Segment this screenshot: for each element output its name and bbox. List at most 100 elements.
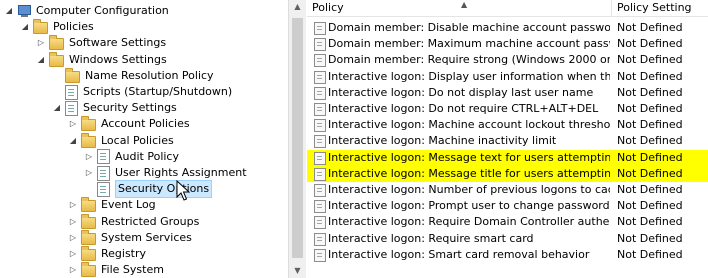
policy-setting-value: Not Defined: [617, 199, 683, 213]
policy-setting-column-header[interactable]: Policy Setting: [612, 0, 707, 16]
tree-item-label: Account Policies: [101, 117, 190, 131]
collapse-arrow-icon[interactable]: ◢: [36, 52, 46, 68]
policy-icon: [97, 165, 110, 181]
tree-item-name-resolution-policy[interactable]: Name Resolution Policy: [52, 67, 214, 84]
policy-setting-value: Not Defined: [617, 37, 683, 51]
tree-item-label: Computer Configuration: [36, 4, 169, 17]
policy-setting-value: Not Defined: [617, 166, 683, 180]
expand-arrow-icon[interactable]: ▷: [84, 149, 94, 165]
tree-item-event-log[interactable]: ▷ Event Log: [68, 197, 156, 213]
policy-setting-value: Not Defined: [617, 150, 683, 164]
policy-column-label: Policy: [312, 1, 344, 14]
expand-arrow-icon[interactable]: ▷: [84, 165, 94, 181]
expand-arrow-icon[interactable]: ▷: [68, 262, 78, 278]
tree-item-local-policies[interactable]: ◢ Local Policies: [68, 132, 174, 149]
scroll-up-arrow-icon[interactable]: ▲: [293, 2, 302, 11]
policy-name: Interactive logon: Number of previous lo…: [328, 183, 610, 196]
policy-icon: [314, 103, 326, 116]
table-row[interactable]: Interactive logon: Do not display last u…: [307, 85, 708, 101]
tree-item-label: Software Settings: [69, 36, 167, 50]
tree-item-policies[interactable]: ◢ Policies: [20, 19, 94, 35]
computer-icon: [17, 5, 31, 17]
tree-item-label: Registry: [101, 247, 147, 260]
policy-setting-value: Not Defined: [617, 247, 683, 261]
expand-arrow-icon[interactable]: ▷: [68, 197, 78, 213]
table-row[interactable]: Interactive logon: Machine account locko…: [307, 117, 708, 133]
expand-arrow-icon[interactable]: ▷: [36, 35, 46, 51]
folder-icon: [81, 262, 96, 278]
no-expander: [52, 84, 62, 100]
policy-icon: [314, 216, 326, 230]
policy-icon: [97, 181, 110, 197]
policy-setting-value: Not Defined: [617, 102, 683, 115]
policy-setting-value: Not Defined: [617, 118, 683, 132]
folder-icon: [49, 35, 64, 51]
tree-item-security-options[interactable]: Security Options: [84, 180, 213, 199]
tree-item-file-system[interactable]: ▷ File System: [68, 262, 164, 278]
table-row[interactable]: Interactive logon: Require smart card Not…: [307, 231, 708, 247]
expand-arrow-icon[interactable]: ▷: [68, 230, 78, 246]
tree-item-account-policies[interactable]: ▷ Account Policies: [68, 116, 190, 132]
policy-setting-value: Not Defined: [617, 183, 683, 196]
table-row[interactable]: Interactive logon: Do not require CTRL+A…: [307, 101, 708, 117]
scroll-thumb[interactable]: [292, 18, 303, 258]
policy-name: Interactive logon: Machine account locko…: [328, 118, 610, 132]
folder-icon: [33, 19, 48, 35]
tree-item-software-settings[interactable]: ▷ Software Settings: [36, 35, 166, 51]
expand-arrow-icon[interactable]: ▷: [68, 116, 78, 132]
tree-item-restricted-groups[interactable]: ▷ Restricted Groups: [68, 213, 199, 230]
policy-setting-value: Not Defined: [617, 21, 683, 34]
policy-name: Interactive logon: Do not display last u…: [328, 85, 594, 99]
table-row[interactable]: Interactive logon: Message title for use…: [307, 165, 708, 182]
tree-item-registry[interactable]: ▷ Registry: [68, 246, 146, 262]
policy-column-header[interactable]: Policy ▲: [307, 0, 612, 16]
no-expander: [84, 181, 94, 197]
tree-item-label: Security Settings: [83, 101, 177, 115]
tree-item-computer-configuration[interactable]: ◢ Computer Configuration: [4, 3, 169, 19]
expand-arrow-icon[interactable]: ▷: [68, 246, 78, 262]
tree-item-label: System Services: [101, 230, 192, 244]
table-row[interactable]: Interactive logon: Require Domain Contro…: [307, 214, 708, 230]
tree-item-user-rights-assignment[interactable]: ▷ User Rights Assignment: [84, 165, 247, 181]
policy-name: Domain member: Disable machine account p…: [328, 21, 610, 34]
table-row[interactable]: Interactive logon: Machine inactivity li…: [307, 133, 708, 149]
policy-icon: [314, 22, 326, 35]
collapse-arrow-icon[interactable]: ◢: [20, 19, 30, 35]
table-row[interactable]: Domain member: Maximum machine account p…: [307, 36, 708, 52]
table-row[interactable]: Interactive logon: Smart card removal be…: [307, 247, 708, 263]
tree-item-audit-policy[interactable]: ▷ Audit Policy: [84, 149, 179, 165]
table-row[interactable]: Interactive logon: Message text for user…: [307, 149, 708, 166]
scroll-down-arrow-icon[interactable]: ▼: [293, 266, 302, 275]
table-row[interactable]: Interactive logon: Display user informat…: [307, 69, 708, 85]
tree-item-windows-settings[interactable]: ◢ Windows Settings: [36, 51, 167, 68]
tree-scrollbar[interactable]: ▲ ▼: [288, 0, 306, 278]
collapse-arrow-icon[interactable]: ◢: [68, 133, 78, 149]
script-icon: [65, 84, 78, 100]
list-header: Policy ▲ Policy Setting: [307, 0, 708, 17]
tree-item-security-settings[interactable]: ◢ Security Settings: [52, 100, 177, 116]
tree-item-label: Local Policies: [101, 133, 174, 147]
folder-icon: [81, 197, 96, 213]
collapse-arrow-icon[interactable]: ◢: [4, 3, 14, 19]
tree-item-scripts-startup-shutdown[interactable]: Scripts (Startup/Shutdown): [52, 84, 232, 100]
table-row[interactable]: Interactive logon: Prompt user to change…: [307, 198, 708, 214]
policy-name: Interactive logon: Message title for use…: [328, 166, 610, 180]
security-icon: [65, 100, 78, 116]
tree-item-label: Scripts (Startup/Shutdown): [83, 85, 233, 98]
policy-setting-column-label: Policy Setting: [617, 1, 692, 14]
table-row[interactable]: Interactive logon: Number of previous lo…: [307, 182, 708, 198]
expand-arrow-icon[interactable]: ▷: [68, 214, 78, 230]
policy-icon: [97, 149, 110, 165]
folder-icon: [81, 213, 96, 229]
tree-item-label: Policies: [53, 20, 94, 34]
policy-icon: [314, 119, 326, 133]
policy-list: Policy ▲ Policy Setting Domain member: D…: [307, 0, 708, 278]
table-row[interactable]: Domain member: Require strong (Windows 2…: [307, 52, 708, 68]
policy-icon: [314, 184, 326, 197]
tree-item-system-services[interactable]: ▷ System Services: [68, 229, 192, 246]
policy-name: Interactive logon: Machine inactivity li…: [328, 134, 557, 148]
collapse-arrow-icon[interactable]: ◢: [52, 100, 62, 116]
policy-name: Interactive logon: Prompt user to change…: [328, 199, 610, 213]
mouse-cursor-icon: [176, 180, 190, 201]
table-row[interactable]: Domain member: Disable machine account p…: [307, 20, 708, 36]
